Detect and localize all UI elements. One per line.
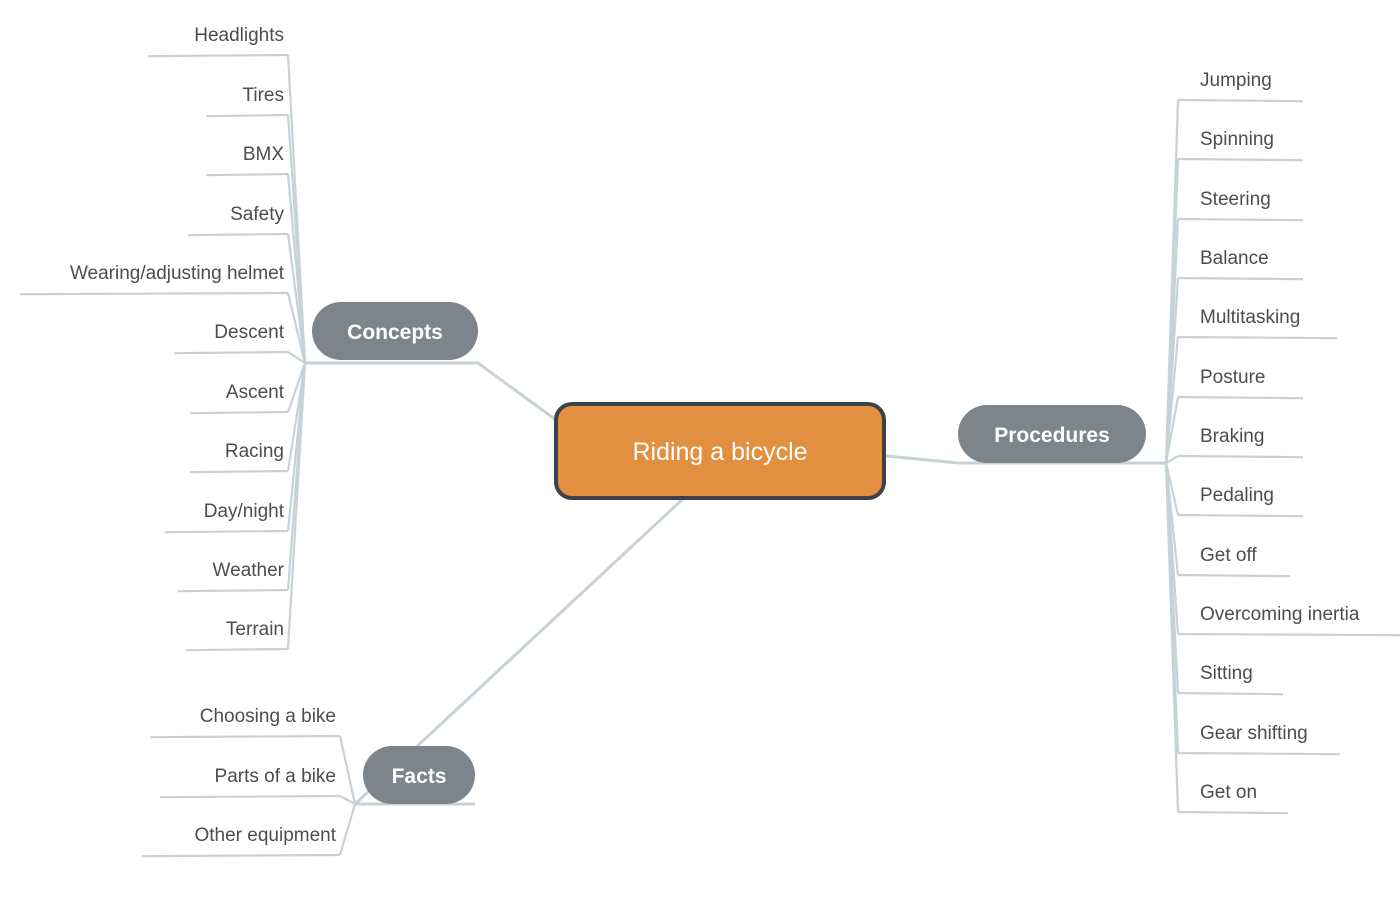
leaf-label[interactable]: Braking xyxy=(1200,426,1264,447)
leaf-label[interactable]: Safety xyxy=(230,204,284,225)
leaf-label[interactable]: Pedaling xyxy=(1200,485,1274,506)
center-node-layer: Riding a bicycle xyxy=(554,402,886,500)
leaf-underline xyxy=(1177,335,1338,340)
leaf-label[interactable]: Day/night xyxy=(204,501,285,522)
leaf-label[interactable]: Balance xyxy=(1200,248,1269,269)
leaf-label[interactable]: Weather xyxy=(213,560,285,581)
leaf-label[interactable]: Tires xyxy=(242,85,284,106)
branch-center-connector xyxy=(477,361,557,422)
leaf-label[interactable]: Steering xyxy=(1200,189,1271,210)
leaf-underline xyxy=(173,350,289,355)
leaf-underline xyxy=(1177,395,1304,400)
leaf-underline xyxy=(159,794,341,799)
branch-node-facts[interactable]: Facts xyxy=(363,746,475,804)
center-node-label: Riding a bicycle xyxy=(632,438,807,466)
leaf-underline xyxy=(1177,513,1304,518)
leaf-underline xyxy=(147,53,289,58)
leaf-underline xyxy=(187,232,289,237)
leaf-underline xyxy=(185,647,289,652)
leaf-label[interactable]: Racing xyxy=(225,441,284,462)
leaf-label[interactable]: Overcoming inertia xyxy=(1200,604,1360,625)
leaf-label[interactable]: Terrain xyxy=(226,619,284,640)
leaf-label[interactable]: Ascent xyxy=(226,382,285,403)
leaf-underline xyxy=(177,588,289,593)
leaf-underline xyxy=(205,113,289,118)
leaf-label[interactable]: Multitasking xyxy=(1200,307,1300,328)
leaf-label[interactable]: Jumping xyxy=(1200,70,1272,91)
leaf-underline xyxy=(1177,691,1284,696)
leaf-label[interactable]: Spinning xyxy=(1200,129,1274,150)
leaf-underline xyxy=(205,172,289,177)
leaf-label[interactable]: Choosing a bike xyxy=(200,706,336,727)
center-node[interactable]: Riding a bicycle xyxy=(554,402,886,500)
leaf-label[interactable]: BMX xyxy=(243,144,285,165)
leaf-label[interactable]: Descent xyxy=(214,322,284,343)
leaf-label[interactable]: Gear shifting xyxy=(1200,723,1308,744)
leaf-underline xyxy=(1177,454,1304,459)
leaf-underline xyxy=(1177,573,1291,578)
branch-node-concepts[interactable]: Concepts xyxy=(312,302,478,360)
leaf-label[interactable]: Headlights xyxy=(194,25,284,46)
leaf-underline xyxy=(141,853,341,858)
leaf-label[interactable]: Parts of a bike xyxy=(215,766,336,787)
leaf-underline xyxy=(19,291,289,296)
leaf-underline xyxy=(189,410,289,415)
branch-node-label: Facts xyxy=(392,765,447,788)
leaf-label[interactable]: Get on xyxy=(1200,782,1257,803)
mind-map-svg: Headlights Tires BMX Safety Wearing/adjustin… xyxy=(19,25,1400,858)
leaf-underline xyxy=(164,529,289,534)
leaf-underline xyxy=(189,469,289,474)
branch-node-label: Concepts xyxy=(347,321,443,344)
branch-node-label: Procedures xyxy=(994,424,1110,447)
leaf-underline xyxy=(1177,751,1341,756)
leaf-underline xyxy=(1177,217,1304,222)
leaf-underline xyxy=(1177,276,1304,281)
branch-center-connector xyxy=(883,454,959,465)
leaf-label[interactable]: Sitting xyxy=(1200,663,1253,684)
leaf-underline xyxy=(1177,810,1289,815)
mind-map-canvas: Headlights Tires BMX Safety Wearing/adjustin… xyxy=(0,0,1400,901)
leaf-spine-connector xyxy=(338,803,357,856)
leaf-underline xyxy=(149,734,341,739)
leaf-underline xyxy=(1177,98,1304,103)
branch-node-procedures[interactable]: Procedures xyxy=(958,405,1146,463)
leaf-spine-connector xyxy=(338,735,357,805)
leaf-underline xyxy=(1177,157,1304,162)
leaf-label[interactable]: Wearing/adjusting helmet xyxy=(70,263,285,284)
leaf-label[interactable]: Posture xyxy=(1200,367,1265,388)
leaf-label[interactable]: Other equipment xyxy=(194,825,336,846)
leaf-label[interactable]: Get off xyxy=(1200,545,1257,566)
leaf-underline xyxy=(1177,632,1400,637)
